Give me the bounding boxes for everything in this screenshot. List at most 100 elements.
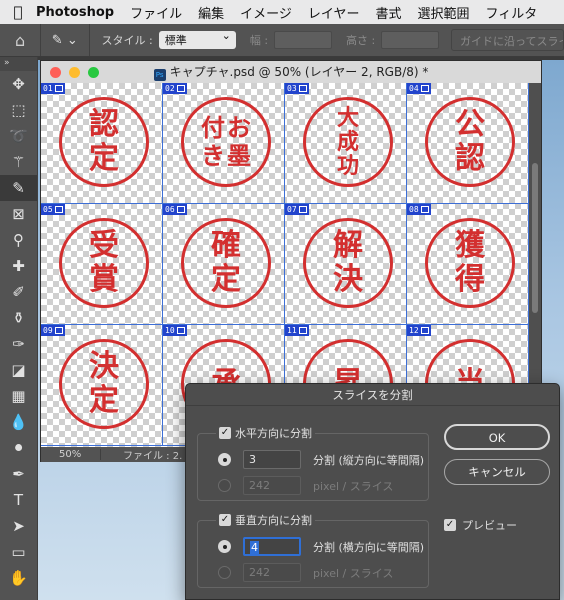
brush-tool-icon[interactable]: ✐ <box>0 279 37 305</box>
menu-bar:  Photoshop ファイル 編集 イメージ レイヤー 書式 選択範囲 フィ… <box>0 0 564 24</box>
slices-from-guides-button[interactable]: ガイドに沿ってスライ <box>451 29 564 51</box>
menu-edit[interactable]: 編集 <box>198 3 224 22</box>
slice-cell[interactable]: 04 公認 <box>407 83 529 204</box>
slice-cell[interactable]: 07 解決 <box>285 204 407 325</box>
stamp-character: お <box>227 113 251 142</box>
blur-tool-icon[interactable]: 💧 <box>0 409 37 435</box>
stamp-character: 認 <box>89 107 119 142</box>
slice-cell[interactable]: 02 お墨付き <box>163 83 285 204</box>
rectangle-tool-icon[interactable]: ▭ <box>0 539 37 565</box>
vertical-pixel-radio[interactable] <box>218 566 231 579</box>
slice-cell[interactable]: 06 確定 <box>163 204 285 325</box>
slice-number-badge: 10 <box>163 325 187 336</box>
stamp-character: 受 <box>89 228 119 263</box>
marquee-tool-icon[interactable]: ⬚ <box>0 97 37 123</box>
slice-number: 04 <box>409 84 419 93</box>
magic-wand-tool-icon[interactable]: ⚚ <box>0 149 37 175</box>
height-label: 高さ : <box>345 34 376 47</box>
slice-number-badge: 02 <box>163 83 187 94</box>
slice-number: 08 <box>409 205 419 214</box>
zoom-level[interactable]: 50% <box>41 449 101 460</box>
pen-tool-icon[interactable]: ✒ <box>0 461 37 487</box>
stamp-character: 確 <box>211 228 241 263</box>
type-tool-icon[interactable]: T <box>0 487 37 513</box>
slice-cell[interactable]: 01 認定 <box>41 83 163 204</box>
minimize-window-button[interactable] <box>69 66 80 78</box>
stamp-character: き <box>201 141 225 170</box>
stamp-seal: 認定 <box>59 97 149 187</box>
image-slice-icon <box>298 327 307 334</box>
slice-cell[interactable]: 03 大成功 <box>285 83 407 204</box>
stamp-character: 大 <box>336 105 359 131</box>
eraser-tool-icon[interactable]: ◪ <box>0 357 37 383</box>
apple-menu-icon[interactable]:  <box>0 3 36 21</box>
stamp-character: 付 <box>201 113 225 142</box>
slice-number: 07 <box>287 205 297 214</box>
slice-cell[interactable]: 09 決定 <box>41 325 163 446</box>
document-title: キャプチャ.psd @ 50% (レイヤー 2, RGB/8) * <box>169 65 429 79</box>
scrollbar-thumb[interactable] <box>532 163 538 313</box>
style-select[interactable]: 標準 <box>158 29 236 49</box>
horizontal-count-field[interactable]: 3 <box>243 450 301 469</box>
vertical-divide-checkbox[interactable]: ✓ <box>219 514 231 526</box>
slice-cell[interactable]: 05 受賞 <box>41 204 163 325</box>
slice-select-tool-icon[interactable]: ✎ <box>0 175 37 201</box>
image-slice-icon <box>420 85 429 92</box>
horizontal-pixel-radio[interactable] <box>218 479 231 492</box>
preview-option[interactable]: ✓ プレビュー <box>444 517 517 533</box>
healing-brush-tool-icon[interactable]: ✚ <box>0 253 37 279</box>
horizontal-pixel-field[interactable]: 242 <box>243 476 301 495</box>
document-titlebar[interactable]: Ps キャプチャ.psd @ 50% (レイヤー 2, RGB/8) * <box>41 61 541 83</box>
slice-cell[interactable]: 08 獲得 <box>407 204 529 325</box>
hand-tool-icon[interactable]: ✋ <box>0 565 37 591</box>
move-tool-icon[interactable]: ✥ <box>0 71 37 97</box>
stamp-character: 得 <box>455 262 485 297</box>
tools-panel: » ✥ ⬚ ➰ ⚚ ✎ ⊠ ⚲ ✚ ✐ ⚱ ✑ ◪ ▦ 💧 ⚫ ✒ T ➤ ▭ ✋ <box>0 57 38 600</box>
menu-layer[interactable]: レイヤー <box>308 3 360 22</box>
slice-number: 10 <box>165 326 175 335</box>
slice-number-badge: 01 <box>41 83 65 94</box>
dialog-title: スライスを分割 <box>186 384 559 406</box>
lasso-tool-icon[interactable]: ➰ <box>0 123 37 149</box>
slice-number: 09 <box>43 326 53 335</box>
vertical-count-radio[interactable] <box>218 540 231 553</box>
vertical-divide-group: ✓ 垂直方向に分割 4 分割 (横方向に等間隔) 242 pixel / スライ… <box>197 512 429 588</box>
psd-file-icon: Ps <box>153 69 166 81</box>
stamp-seal: 解決 <box>303 218 393 308</box>
horizontal-count-radio[interactable] <box>218 453 231 466</box>
home-icon[interactable]: ⌂ <box>0 24 42 56</box>
tool-preset-picker[interactable]: ✎ ⌄ <box>41 24 90 56</box>
horizontal-divide-checkbox[interactable]: ✓ <box>219 427 231 439</box>
cancel-button[interactable]: キャンセル <box>444 459 550 485</box>
file-info[interactable]: ファイル : 2. <box>101 447 182 462</box>
slice-number-badge: 08 <box>407 204 431 215</box>
menu-file[interactable]: ファイル <box>130 3 182 22</box>
stamp-tool-icon[interactable]: ⚱ <box>0 305 37 331</box>
options-bar: ⌂ ✎ ⌄ スタイル : 標準 幅 : 高さ : ガイドに沿ってスライ <box>0 24 564 57</box>
menu-type[interactable]: 書式 <box>376 3 402 22</box>
collapse-panel-icon[interactable]: » <box>0 57 37 71</box>
image-slice-icon <box>420 206 429 213</box>
stamp-seal: 決定 <box>59 339 149 429</box>
close-window-button[interactable] <box>50 66 61 78</box>
stamp-seal: 受賞 <box>59 218 149 308</box>
zoom-window-button[interactable] <box>88 66 99 78</box>
vertical-count-field[interactable]: 4 <box>243 537 301 556</box>
menu-select[interactable]: 選択範囲 <box>418 3 470 22</box>
history-brush-tool-icon[interactable]: ✑ <box>0 331 37 357</box>
frame-tool-icon[interactable]: ⊠ <box>0 201 37 227</box>
stamp-character: 功 <box>336 153 359 179</box>
menu-image[interactable]: イメージ <box>240 3 292 22</box>
gradient-tool-icon[interactable]: ▦ <box>0 383 37 409</box>
image-slice-icon <box>176 85 185 92</box>
path-select-tool-icon[interactable]: ➤ <box>0 513 37 539</box>
eyedropper-tool-icon[interactable]: ⚲ <box>0 227 37 253</box>
app-menu[interactable]: Photoshop <box>36 5 114 20</box>
stamp-character: 認 <box>455 141 485 176</box>
preview-checkbox[interactable]: ✓ <box>444 519 456 531</box>
menu-filter[interactable]: フィルタ <box>486 3 538 22</box>
ok-button[interactable]: OK <box>444 424 550 450</box>
image-slice-icon <box>54 206 63 213</box>
dodge-tool-icon[interactable]: ⚫ <box>0 435 37 461</box>
vertical-pixel-field[interactable]: 242 <box>243 563 301 582</box>
